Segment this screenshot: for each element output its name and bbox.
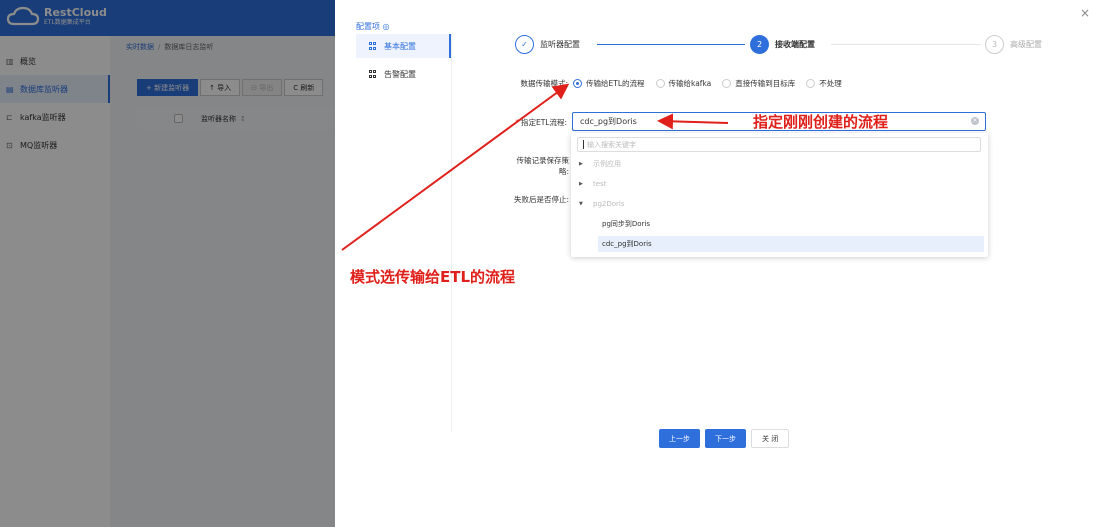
tree-leaf-label: cdc_pg到Doris xyxy=(602,240,652,248)
etl-flow-dropdown: 输入搜索关键字 ▶ 示例应用 ▶ test ▼ pg2Doris pg同步到Do… xyxy=(571,133,988,257)
caret-down-icon[interactable]: ▼ xyxy=(579,201,585,207)
divider xyxy=(451,34,452,432)
close-icon[interactable]: × xyxy=(1078,6,1092,20)
step-label: 接收端配置 xyxy=(775,39,815,49)
radio-dot xyxy=(722,79,732,88)
step-line-done xyxy=(597,44,745,45)
radio-kafka[interactable]: 传输给kafka xyxy=(655,78,712,89)
annotation-etl-note: 指定刚刚创建的流程 xyxy=(753,113,889,131)
step-line-pending xyxy=(831,44,981,45)
modal-overlay[interactable] xyxy=(0,0,335,527)
config-drawer: × 配置项 ◎ 基本配置 告警配置 ✓ 监听器配置 2 接收端配置 3 高级配置… xyxy=(335,0,1098,527)
form-row-stop: 失败后是否停止: xyxy=(513,194,569,205)
tree-node[interactable]: ▼ pg2Doris xyxy=(571,196,984,212)
annotation-mode-note: 模式选传输给ETL的流程 xyxy=(350,268,516,286)
form-row-etl: * 指定ETL流程: xyxy=(515,117,567,128)
menu-basic-config[interactable]: 基本配置 xyxy=(356,34,451,58)
radio-label: 传输给kafka xyxy=(668,79,712,88)
step-label: 高级配置 xyxy=(1010,39,1042,49)
radio-no-process[interactable]: 不处理 xyxy=(806,78,842,89)
radio-dot xyxy=(655,79,665,88)
radio-dot xyxy=(573,79,582,88)
footer-buttons: 上一步 下一步 关 闭 xyxy=(659,429,794,448)
form-row-mode: 数据传输模式: 传输给ETL的流程 传输给kafka 直接传输到目标库 不处理 xyxy=(520,78,853,89)
tree-node-label: pg2Doris xyxy=(593,200,625,208)
stop-on-failure-label: 失败后是否停止: xyxy=(513,195,569,204)
close-button[interactable]: 关 闭 xyxy=(751,429,790,448)
dropdown-search-input[interactable]: 输入搜索关键字 xyxy=(577,137,981,152)
menu-alert-config[interactable]: 告警配置 xyxy=(356,62,451,86)
config-menu: 基本配置 告警配置 xyxy=(356,34,451,90)
radio-target-db[interactable]: 直接传输到目标库 xyxy=(722,78,795,89)
prev-button[interactable]: 上一步 xyxy=(659,429,700,448)
etl-label: * 指定ETL流程: xyxy=(515,118,567,127)
radio-dot xyxy=(806,79,816,88)
radio-label: 直接传输到目标库 xyxy=(735,79,796,88)
step-number: 2 xyxy=(750,34,769,54)
step-number: 3 xyxy=(985,34,1004,54)
tree-leaf[interactable]: pg同步到Doris xyxy=(571,216,984,232)
tree-node[interactable]: ▶ test xyxy=(571,176,984,192)
form-row-save-policy: 传输记录保存策略: xyxy=(507,155,570,177)
mode-radio-group: 传输给ETL的流程 传输给kafka 直接传输到目标库 不处理 xyxy=(573,78,853,89)
step-listener-config[interactable]: ✓ 监听器配置 xyxy=(515,34,580,54)
tree-leaf-label: pg同步到Doris xyxy=(602,220,651,228)
steps: ✓ 监听器配置 2 接收端配置 3 高级配置 xyxy=(515,34,1055,56)
etl-flow-value: cdc_pg到Doris xyxy=(580,117,637,126)
caret-right-icon[interactable]: ▶ xyxy=(579,181,585,187)
radio-label: 传输给ETL的流程 xyxy=(586,79,645,88)
save-policy-label: 传输记录保存策略: xyxy=(516,156,570,176)
radio-label: 不处理 xyxy=(819,79,842,88)
menu-label: 基本配置 xyxy=(384,41,416,51)
tree-node-label: test xyxy=(593,180,607,188)
tree-node-label: 示例应用 xyxy=(593,160,621,168)
radio-etl-flow[interactable]: 传输给ETL的流程 xyxy=(573,78,645,89)
config-title: 配置项 ◎ xyxy=(356,22,390,31)
step-receiver-config[interactable]: 2 接收端配置 xyxy=(750,34,815,54)
tree-leaf-selected[interactable]: cdc_pg到Doris xyxy=(598,236,984,252)
grid-icon xyxy=(369,70,377,78)
menu-label: 告警配置 xyxy=(384,69,416,79)
tree-node[interactable]: ▶ 示例应用 xyxy=(571,156,984,172)
caret-right-icon[interactable]: ▶ xyxy=(579,161,585,167)
check-icon: ✓ xyxy=(515,34,534,54)
step-label: 监听器配置 xyxy=(540,39,580,49)
grid-icon xyxy=(369,42,377,50)
clear-icon[interactable]: × xyxy=(971,117,979,125)
step-advanced-config[interactable]: 3 高级配置 xyxy=(985,34,1042,54)
mode-label: 数据传输模式: xyxy=(520,79,568,88)
next-button[interactable]: 下一步 xyxy=(705,429,746,448)
